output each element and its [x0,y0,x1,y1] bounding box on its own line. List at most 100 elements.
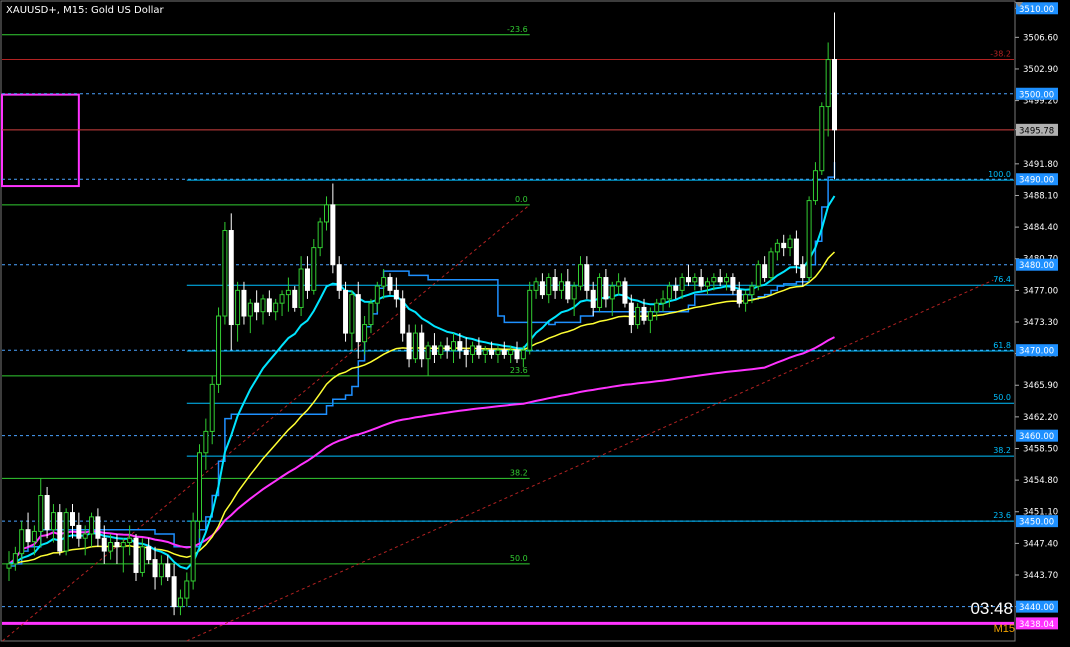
candle-body [82,533,88,539]
candle-body [768,251,774,279]
fib-cyan-level-label: 23.6 [993,511,1011,520]
candle-body [774,242,780,253]
candle-body [133,537,139,573]
candle-body [311,247,317,291]
candle-body [482,349,488,355]
candle-body [705,281,710,287]
y-tick-label: 3488.10 [1023,191,1058,201]
candle-body [520,349,526,360]
candle-body [819,106,825,172]
candle-body [336,264,342,291]
candle-body [50,512,56,531]
candle-body [120,542,126,548]
candle-body [501,349,507,355]
candle-body [330,204,336,266]
candle-body [362,324,368,343]
candle-body [6,563,12,569]
candle-body [209,383,215,432]
price-tag-label: 3438.04 [1019,620,1054,630]
candle-body [273,302,279,313]
candle-body [565,281,571,300]
price-tag-label: 3460.00 [1019,432,1054,442]
candle-body [425,345,431,360]
candle-body [444,345,450,351]
candle-body [44,495,50,531]
candle-body [25,529,31,543]
candle-body [31,530,37,543]
candle-body [457,341,463,351]
candle-body [317,221,323,249]
candle-body [406,332,412,360]
candle-body [736,289,742,304]
candle-body [260,298,266,313]
candle-body [76,524,82,539]
candle-body [698,277,704,287]
candle-body [597,277,603,308]
candle-body [279,294,285,304]
candle-body [590,289,596,308]
fib-green-level-label: -23.6 [507,25,528,34]
candle-body [546,277,552,296]
candle-body [514,349,520,360]
fib-red-level-label: -38.2 [990,50,1011,59]
candle-body [812,170,818,202]
fib-cyan-level-label: 100.0 [988,170,1011,179]
candle-body [463,349,469,355]
candle-body [692,277,698,283]
candle-body [368,302,374,326]
price-chart[interactable]: -38.2 -23.6 0.0 23.6 38.2 50.0 100.0 76.4 61.8 5… [0,0,1070,643]
price-tag-label: 3500.00 [1019,90,1054,100]
candle-body [241,289,247,317]
candle-body [349,294,355,334]
candle-body [832,59,837,131]
candle-body [641,306,647,321]
y-tick-label: 3502.90 [1023,65,1058,75]
candle-body [374,285,380,304]
chart-svg: -38.2 -23.6 0.0 23.6 38.2 50.0 100.0 76.4 61.8 5… [0,0,1070,643]
candle-body [666,285,672,300]
candle-body [285,289,291,296]
candle-body [266,298,272,313]
candle-body [165,563,171,578]
candle-body [679,277,685,291]
candle-body [216,315,222,385]
candle-body [412,332,418,360]
candle-body [552,277,558,291]
y-tick-label: 3484.40 [1023,223,1058,233]
candle-body [203,430,209,454]
candle-body [571,285,577,300]
candle-body [19,529,25,555]
candle-body [749,285,755,296]
candle-body [146,546,152,561]
candle-body [95,516,101,539]
candle-body [228,230,234,326]
candle-body [616,281,622,287]
candle-body [489,349,495,355]
candle-body [101,537,107,552]
fib-green-level-label: 38.2 [510,468,528,477]
candle-body [635,306,641,326]
candle-body [673,285,679,291]
candle-body [158,563,164,578]
price-tag-label: 3480.00 [1019,261,1054,271]
chart-border [0,0,1016,642]
candle-body [584,264,590,291]
candle-body [539,281,545,296]
candle-body [743,294,749,304]
candle-body [717,277,723,283]
candle-body [787,238,793,249]
candle-body [70,512,75,526]
fib-green-level-label: 23.6 [510,366,528,375]
candle-body [57,512,63,552]
fib-cyan-level-label: 50.0 [993,393,1011,402]
candle-body [247,302,253,317]
candle-body [825,59,831,108]
price-tag-label: 3470.00 [1019,347,1054,357]
y-tick-label: 3477.00 [1023,286,1058,296]
timeframe-label: M15 [993,623,1015,635]
candle-body [197,452,202,522]
y-tick-label: 3443.70 [1023,571,1058,581]
candle-body [476,345,482,355]
candle-body [152,559,158,578]
candle-body [254,302,260,313]
